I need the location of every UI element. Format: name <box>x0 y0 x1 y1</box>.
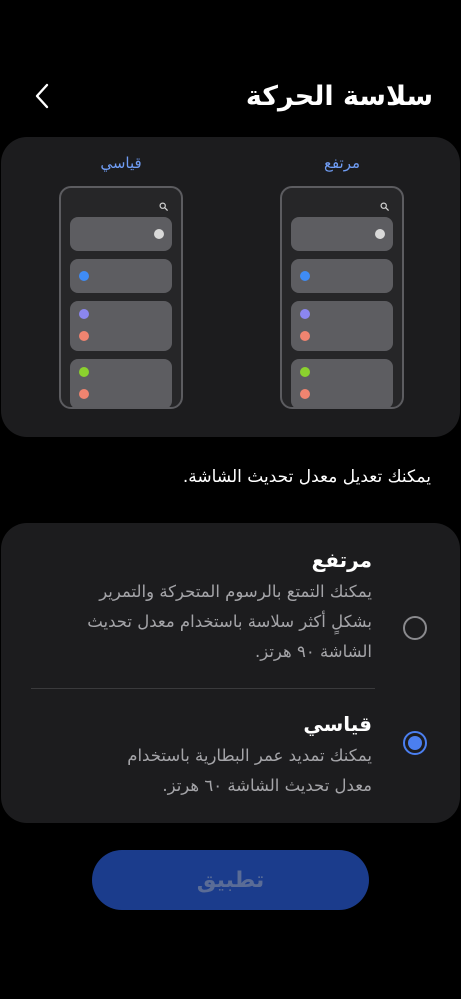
preview-row <box>291 301 393 351</box>
preview-standard-label: قياسي <box>100 154 142 172</box>
preview-row <box>70 217 172 251</box>
chevron-left-icon <box>35 83 49 109</box>
option-high-text: مرتفع يمكنك التمتع بالرسوم المتحركة والت… <box>87 545 372 667</box>
search-icon <box>380 202 389 211</box>
preview-high: مرتفع <box>280 137 404 437</box>
preview-dot <box>79 389 89 399</box>
preview-high-phone <box>280 186 404 409</box>
preview-row <box>70 301 172 351</box>
option-high[interactable]: مرتفع يمكنك التمتع بالرسوم المتحركة والت… <box>1 545 460 695</box>
preview-row <box>70 359 172 407</box>
preview-dot <box>300 367 310 377</box>
option-standard-title: قياسي <box>303 712 372 736</box>
option-standard[interactable]: قياسي يمكنك تمديد عمر البطارية باستخدام … <box>1 709 460 819</box>
apply-button[interactable]: تطبيق <box>92 850 369 910</box>
page-title: سلاسة الحركة <box>245 80 433 112</box>
preview-row <box>291 259 393 293</box>
preview-row <box>291 217 393 251</box>
preview-dot <box>154 229 164 239</box>
back-button[interactable] <box>28 82 56 110</box>
option-standard-text: قياسي يمكنك تمديد عمر البطارية باستخدام … <box>87 709 372 801</box>
divider <box>31 688 375 689</box>
preview-dot <box>79 331 89 341</box>
search-icon <box>159 202 168 211</box>
option-high-title: مرتفع <box>311 548 372 572</box>
option-standard-description: يمكنك تمديد عمر البطارية باستخدام معدل ت… <box>127 746 372 795</box>
preview-dot <box>300 331 310 341</box>
option-high-description: يمكنك التمتع بالرسوم المتحركة والتمرير ب… <box>87 582 372 661</box>
preview-card: مرتفع قياسي <box>1 137 460 437</box>
options-card: مرتفع يمكنك التمتع بالرسوم المتحركة والت… <box>1 523 460 823</box>
preview-dot <box>375 229 385 239</box>
preview-standard: قياسي <box>59 137 183 437</box>
preview-dot <box>79 309 89 319</box>
preview-row <box>70 259 172 293</box>
refresh-rate-description: يمكنك تعديل معدل تحديث الشاشة. <box>182 467 431 487</box>
radio-selected-dot <box>408 736 422 750</box>
preview-dot <box>79 271 89 281</box>
preview-row <box>291 359 393 407</box>
preview-dot <box>300 309 310 319</box>
preview-dot <box>300 389 310 399</box>
radio-standard[interactable] <box>403 731 427 755</box>
radio-high[interactable] <box>403 616 427 640</box>
preview-dot <box>79 367 89 377</box>
preview-standard-phone <box>59 186 183 409</box>
header-bar: سلاسة الحركة <box>28 70 433 122</box>
preview-dot <box>300 271 310 281</box>
preview-high-label: مرتفع <box>323 154 361 172</box>
